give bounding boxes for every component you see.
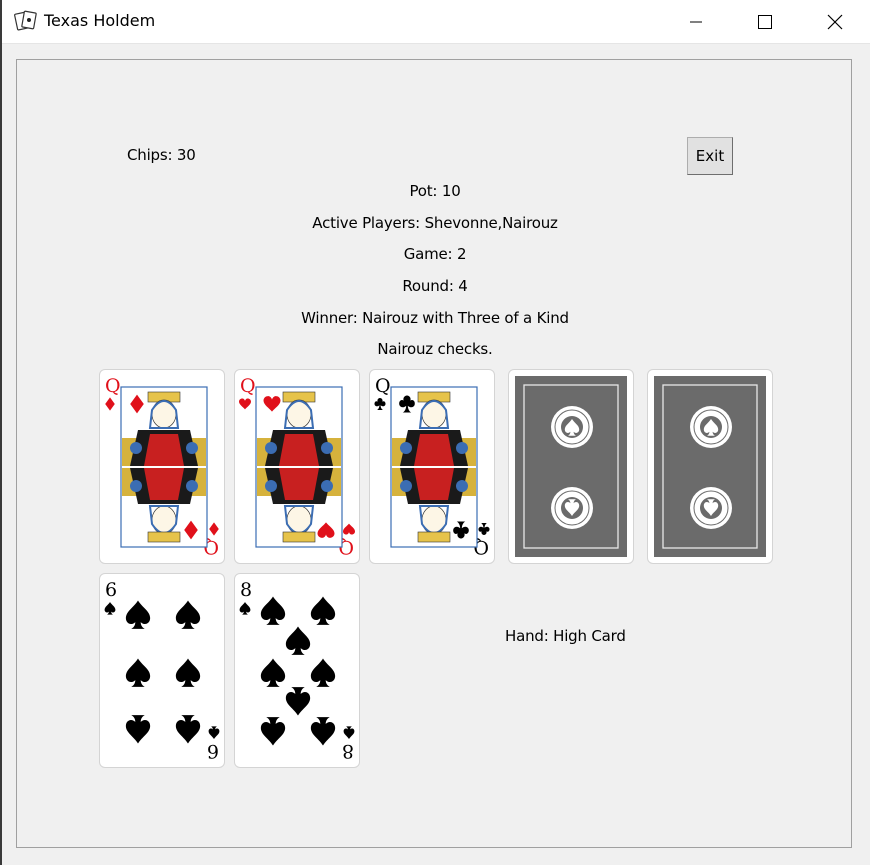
window-title: Texas Holdem <box>44 11 156 30</box>
spades-icon <box>175 715 201 744</box>
spades-icon <box>125 715 151 744</box>
spades-icon <box>343 726 355 739</box>
clubs-icon <box>478 523 490 535</box>
card-rank-label: Q <box>240 375 256 397</box>
spades-icon <box>310 658 336 687</box>
community-card-5 <box>647 369 773 564</box>
community-card-2: QQ <box>234 369 360 564</box>
card-back-design <box>654 376 766 557</box>
spades-icon <box>125 600 151 629</box>
active-players-label: Active Players: Shevonne,Nairouz <box>312 214 558 232</box>
queen-face-illustration <box>255 386 343 548</box>
card-rank-label: 6 <box>207 740 219 762</box>
chips-label: Chips: 30 <box>127 146 196 164</box>
pot-label: Pot: 10 <box>409 182 461 200</box>
spades-icon <box>285 687 311 716</box>
game-label: Game: 2 <box>403 245 467 263</box>
winner-label: Winner: Nairouz with Three of a Kind <box>301 309 569 327</box>
diamonds-icon <box>209 522 219 536</box>
card-rank-label: Q <box>105 375 121 397</box>
card-back-design <box>515 376 627 557</box>
minimize-icon <box>690 21 702 22</box>
round-label: Round: 4 <box>402 277 468 295</box>
hearts-icon <box>343 523 355 535</box>
community-card-4 <box>508 369 634 564</box>
minimize-button[interactable] <box>662 0 730 43</box>
exit-button[interactable]: Exit <box>687 137 733 175</box>
community-card-3: QQ <box>369 369 495 564</box>
community-card-1: QQ <box>99 369 225 564</box>
spades-icon <box>175 658 201 687</box>
queen-face-illustration <box>120 386 208 548</box>
player-card-1: 66 <box>99 573 225 768</box>
spades-icon <box>125 658 151 687</box>
spades-icon <box>310 596 336 625</box>
window-border <box>0 0 2 865</box>
close-button[interactable] <box>801 0 869 43</box>
maximize-icon <box>758 14 772 29</box>
spades-icon <box>260 596 286 625</box>
card-rank-label: 6 <box>105 579 117 601</box>
spades-icon <box>260 658 286 687</box>
diamonds-icon <box>105 397 115 411</box>
maximize-button[interactable] <box>731 0 799 43</box>
hand-label: Hand: High Card <box>505 627 626 645</box>
title-bar: Texas Holdem <box>2 0 870 44</box>
spades-icon <box>104 602 116 615</box>
card-rank-label: 8 <box>342 740 354 762</box>
player-card-2: 88 <box>234 573 360 768</box>
spades-icon <box>239 602 251 615</box>
hearts-icon <box>239 398 251 410</box>
cards-app-icon <box>14 10 38 32</box>
spades-icon <box>310 717 336 746</box>
spades-icon <box>260 717 286 746</box>
queen-face-illustration <box>390 386 478 548</box>
close-icon <box>827 14 843 29</box>
clubs-icon <box>374 398 386 410</box>
card-rank-label: 8 <box>240 579 252 601</box>
spades-icon <box>285 626 311 655</box>
card-rank-label: Q <box>375 375 391 397</box>
spades-icon <box>208 726 220 739</box>
spades-icon <box>175 600 201 629</box>
last-action-label: Nairouz checks. <box>377 340 493 358</box>
